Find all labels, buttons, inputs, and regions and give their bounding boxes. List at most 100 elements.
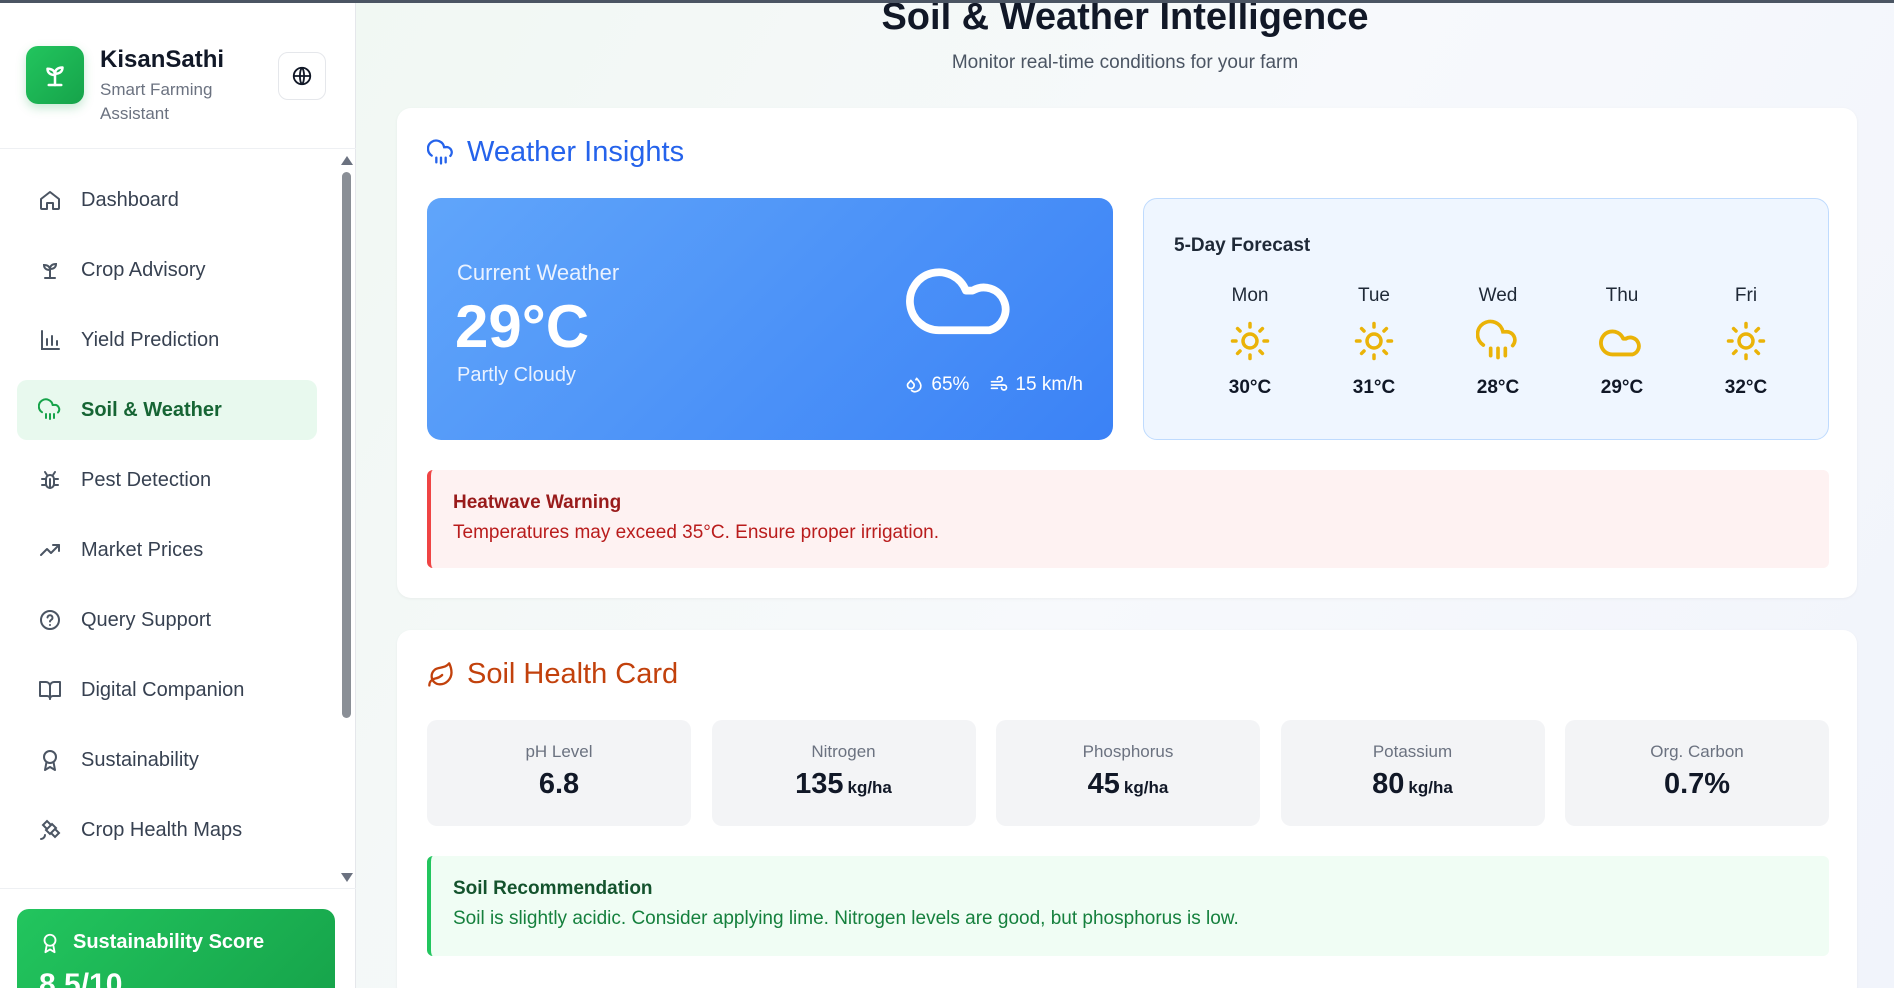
scroll-down-arrow-icon[interactable]	[341, 873, 353, 882]
sprout-logo-icon	[26, 46, 84, 104]
page-subtitle: Monitor real-time conditions for your fa…	[951, 52, 1299, 73]
metric-label: Potassium	[1372, 742, 1453, 761]
forecast-day: Tue 31°C	[1312, 285, 1436, 399]
satellite-icon	[37, 817, 63, 843]
sidebar-divider	[0, 148, 356, 149]
app-name: KisanSathi	[100, 46, 225, 73]
award-icon	[37, 747, 63, 773]
wind-icon	[989, 375, 1009, 395]
alert-title: Soil Recommendation	[453, 878, 653, 899]
main-content: Soil & Weather Intelligence Monitor real…	[356, 0, 1894, 988]
forecast-day-name: Fri	[1734, 285, 1758, 306]
sidebar-item-crop-advisory[interactable]: Crop Advisory	[17, 240, 317, 300]
alert-text: Soil is slightly acidic. Consider applyi…	[453, 908, 1239, 929]
sidebar-item-label: Pest Detection	[81, 468, 212, 491]
scrollbar-thumb[interactable]	[342, 172, 351, 718]
humidity-value: 65%	[931, 374, 970, 395]
sun-icon	[1684, 315, 1808, 367]
sidebar-nav: Dashboard Crop Advisory Yield Prediction…	[17, 170, 317, 870]
forecast-day-temp: 30°C	[1228, 377, 1272, 398]
soil-metric-nitrogen: Nitrogen 135 kg/ha	[711, 720, 976, 826]
metric-value: 45 kg/ha	[996, 768, 1260, 801]
sidebar-item-label: Query Support	[81, 608, 212, 631]
metric-label: Nitrogen	[811, 742, 876, 761]
metric-unit: kg/ha	[847, 778, 892, 797]
metric-value: 80 kg/ha	[1281, 768, 1545, 801]
forecast-day-temp: 29°C	[1600, 377, 1644, 398]
alert-text: Temperatures may exceed 35°C. Ensure pro…	[453, 522, 939, 543]
bar-chart-icon	[37, 327, 63, 353]
globe-icon	[292, 66, 312, 86]
cloud-rain-icon	[1436, 315, 1560, 367]
trending-up-icon	[37, 537, 63, 563]
book-icon	[37, 677, 63, 703]
forecast-day: Thu 29°C	[1560, 285, 1684, 399]
sidebar-item-label: Digital Companion	[81, 678, 245, 701]
sidebar-item-sustainability[interactable]: Sustainability	[17, 730, 317, 790]
metric-number: 45	[1087, 768, 1120, 800]
help-circle-icon	[37, 607, 63, 633]
sidebar-item-dashboard[interactable]: Dashboard	[17, 170, 317, 230]
forecast-day-name: Mon	[1231, 285, 1269, 306]
leaf-icon	[427, 661, 455, 689]
sidebar-item-pest-detection[interactable]: Pest Detection	[17, 450, 317, 510]
cloud-icon	[905, 252, 1021, 341]
current-temperature: 29°C	[455, 293, 590, 360]
metric-label: pH Level	[525, 742, 593, 761]
sidebar-item-label: Soil & Weather	[81, 398, 222, 421]
current-condition: Partly Cloudy	[457, 364, 576, 386]
heatwave-warning-alert: Heatwave Warning Temperatures may exceed…	[427, 470, 1829, 568]
sidebar-item-market-prices[interactable]: Market Prices	[17, 520, 317, 580]
home-icon	[37, 187, 63, 213]
forecast-panel: 5-Day Forecast Mon 30°C Tue 31°C Wed 28°…	[1143, 198, 1829, 440]
forecast-day: Fri 32°C	[1684, 285, 1808, 399]
metric-number: 80	[1372, 768, 1405, 800]
soil-health-title: Soil Health Card	[427, 658, 678, 691]
forecast-day-name: Thu	[1605, 285, 1639, 306]
language-button[interactable]	[278, 52, 326, 100]
sidebar-item-label: Dashboard	[81, 188, 179, 211]
forecast-day-temp: 32°C	[1724, 377, 1768, 398]
sidebar-item-yield-prediction[interactable]: Yield Prediction	[17, 310, 317, 370]
weather-insights-title: Weather Insights	[427, 136, 684, 169]
soil-health-card: Soil Health Card pH Level 6.8 Nitrogen 1…	[397, 630, 1857, 988]
metric-value: 0.7%	[1565, 768, 1829, 801]
cloud-rain-icon	[427, 138, 455, 167]
forecast-days: Mon 30°C Tue 31°C Wed 28°C Thu 29°C Fri …	[1188, 285, 1808, 399]
forecast-title: 5-Day Forecast	[1174, 235, 1311, 256]
page-title: Soil & Weather Intelligence	[881, 0, 1369, 38]
forecast-day-temp: 31°C	[1352, 377, 1396, 398]
sidebar-scrollbar[interactable]	[340, 154, 353, 884]
forecast-day: Wed 28°C	[1436, 285, 1560, 399]
sidebar-item-digital-companion[interactable]: Digital Companion	[17, 660, 317, 720]
score-title: Sustainability Score	[39, 931, 313, 954]
sun-icon	[1188, 315, 1312, 367]
soil-metric-organic-carbon: Org. Carbon 0.7%	[1565, 720, 1829, 826]
app-tagline: Smart Farming Assistant	[100, 80, 213, 123]
metric-number: 6.8	[538, 768, 580, 800]
sprout-icon	[37, 257, 63, 283]
soil-recommendation-alert: Soil Recommendation Soil is slightly aci…	[427, 856, 1829, 956]
forecast-day-name: Tue	[1357, 285, 1391, 306]
cloud-icon	[1560, 315, 1684, 367]
wind-value: 15 km/h	[1015, 374, 1083, 395]
metric-value: 135 kg/ha	[712, 768, 976, 801]
sustainability-score-card: Sustainability Score 8.5/10	[17, 909, 335, 988]
sidebar-item-label: Crop Health Maps	[81, 818, 243, 841]
metric-label: Phosphorus	[1082, 742, 1174, 761]
weather-insights-label: Weather Insights	[467, 136, 685, 168]
sidebar-item-soil-weather[interactable]: Soil & Weather	[17, 380, 317, 440]
metric-number: 135	[795, 768, 844, 800]
sidebar-item-label: Sustainability	[81, 748, 199, 771]
sidebar: KisanSathi Smart Farming Assistant Dashb…	[0, 0, 356, 988]
cloud-rain-icon	[37, 397, 63, 423]
metric-label: Org. Carbon	[1650, 742, 1744, 761]
sidebar-item-query-support[interactable]: Query Support	[17, 590, 317, 650]
award-icon	[39, 932, 61, 954]
scroll-up-arrow-icon[interactable]	[341, 156, 353, 165]
soil-health-label: Soil Health Card	[467, 658, 679, 690]
bug-icon	[37, 467, 63, 493]
sidebar-item-crop-health-maps[interactable]: Crop Health Maps	[17, 800, 317, 860]
soil-metric-potassium: Potassium 80 kg/ha	[1280, 720, 1545, 826]
sidebar-divider	[0, 888, 356, 889]
